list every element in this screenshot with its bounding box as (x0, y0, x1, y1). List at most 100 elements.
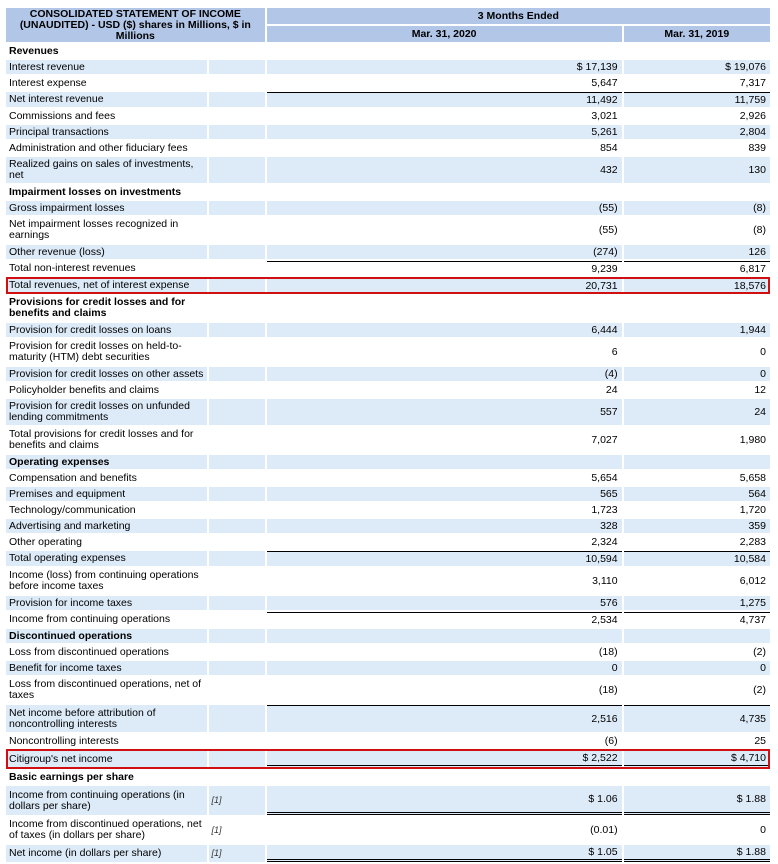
value-2019: 2,926 (623, 109, 770, 123)
table-row: Loss from discontinued operations (18) (2) (6, 645, 770, 659)
value-2020: $ 17,139 (266, 60, 622, 74)
table-row: Total operating expenses 10,594 10,584 (6, 551, 770, 566)
value-2019: 126 (623, 245, 770, 259)
row-label: Provision for income taxes (6, 596, 207, 610)
footnote-marker (208, 535, 265, 549)
column-header-2019: Mar. 31, 2019 (623, 26, 770, 42)
table-row: Provision for credit losses on other ass… (6, 367, 770, 381)
table-row: Income from continuing operations 2,534 4,… (6, 612, 770, 627)
row-label: Income (loss) from continuing operations… (6, 568, 207, 594)
value-2020: (6) (266, 734, 622, 748)
value-2019: 2,804 (623, 125, 770, 139)
table-row: Advertising and marketing 328 359 (6, 519, 770, 533)
row-label: Advertising and marketing (6, 519, 207, 533)
value-2019: 1,720 (623, 503, 770, 517)
table-row: Provision for credit losses on loans 6,44… (6, 323, 770, 337)
table-row: Noncontrolling interests (6) 25 (6, 734, 770, 748)
row-label: Loss from discontinued operations (6, 645, 207, 659)
value-2020: 576 (266, 596, 622, 610)
footnote-marker (208, 245, 265, 259)
row-label: Principal transactions (6, 125, 207, 139)
table-title: CONSOLIDATED STATEMENT OF INCOME (UNAUDI… (6, 8, 265, 42)
row-label: Realized gains on sales of investments, … (6, 157, 207, 183)
table-row: Income (loss) from continuing operations… (6, 568, 770, 594)
table-row: Provisions for credit losses and for ben… (6, 295, 770, 321)
footnote-marker (208, 295, 265, 321)
table-row: Operating expenses (6, 455, 770, 469)
footnote-marker (208, 750, 265, 768)
value-2020 (266, 185, 622, 199)
row-label: Compensation and benefits (6, 471, 207, 485)
section-heading: Revenues (6, 44, 207, 58)
footnote-marker (208, 551, 265, 566)
table-row: Total non-interest revenues 9,239 6,817 (6, 261, 770, 276)
footnote-marker: [1] (208, 786, 265, 815)
footnote-marker (208, 677, 265, 703)
footnote-marker (208, 487, 265, 501)
footnote-marker (208, 471, 265, 485)
value-2019: (2) (623, 645, 770, 659)
value-2020 (266, 295, 622, 321)
row-label: Commissions and fees (6, 109, 207, 123)
footnote-marker (208, 612, 265, 627)
table-row: Premises and equipment 565 564 (6, 487, 770, 501)
value-2019: 1,944 (623, 323, 770, 337)
row-label: Provision for credit losses on loans (6, 323, 207, 337)
value-2019: 0 (623, 367, 770, 381)
value-2019: $ 4,710 (623, 750, 770, 768)
value-2019: 0 (623, 339, 770, 365)
row-label: Gross impairment losses (6, 201, 207, 215)
value-2020: 5,261 (266, 125, 622, 139)
value-2020: 9,239 (266, 261, 622, 276)
value-2019: 6,817 (623, 261, 770, 276)
value-2019: $ 19,076 (623, 60, 770, 74)
table-row: Impairment losses on investments (6, 185, 770, 199)
row-label: Premises and equipment (6, 487, 207, 501)
footnote-marker (208, 185, 265, 199)
footnote-marker (208, 629, 265, 643)
value-2019: (8) (623, 217, 770, 243)
value-2020: (18) (266, 677, 622, 703)
value-2019: 2,283 (623, 535, 770, 549)
footnote-marker (208, 455, 265, 469)
value-2019: 130 (623, 157, 770, 183)
footnote-marker (208, 92, 265, 107)
value-2020: $ 1.06 (266, 786, 622, 815)
value-2019: 18,576 (623, 278, 770, 293)
row-label: Administration and other fiduciary fees (6, 141, 207, 155)
value-2019: 0 (623, 817, 770, 843)
value-2020: (18) (266, 645, 622, 659)
value-2020: 10,594 (266, 551, 622, 566)
table-row: Income from discontinued operations, net… (6, 817, 770, 843)
table-row: Income from continuing operations (in do… (6, 786, 770, 815)
value-2020 (266, 629, 622, 643)
footnote-marker (208, 568, 265, 594)
table-row: Net impairment losses recognized in earn… (6, 217, 770, 243)
table-row: Provision for income taxes 576 1,275 (6, 596, 770, 610)
footnote-marker: [1] (208, 817, 265, 843)
value-2019 (623, 185, 770, 199)
value-2019: 0 (623, 661, 770, 675)
period-group-header: 3 Months Ended (266, 8, 770, 24)
footnote-marker (208, 705, 265, 732)
footnote-marker (208, 217, 265, 243)
footnote-marker (208, 141, 265, 155)
table-row: Loss from discontinued operations, net o… (6, 677, 770, 703)
footnote-marker (208, 519, 265, 533)
row-label: Provision for credit losses on other ass… (6, 367, 207, 381)
value-2020 (266, 44, 622, 58)
footnote-marker (208, 109, 265, 123)
section-heading: Provisions for credit losses and for ben… (6, 295, 207, 321)
value-2019 (623, 770, 770, 784)
table-row: Interest revenue $ 17,139 $ 19,076 (6, 60, 770, 74)
value-2020: 557 (266, 399, 622, 425)
value-2019: 7,317 (623, 76, 770, 90)
table-row: Administration and other fiduciary fees 8… (6, 141, 770, 155)
footnote-marker (208, 645, 265, 659)
value-2019: 4,737 (623, 612, 770, 627)
value-2020: (55) (266, 201, 622, 215)
value-2019: 25 (623, 734, 770, 748)
footnote-marker (208, 427, 265, 453)
footnote-marker (208, 399, 265, 425)
row-label: Technology/communication (6, 503, 207, 517)
